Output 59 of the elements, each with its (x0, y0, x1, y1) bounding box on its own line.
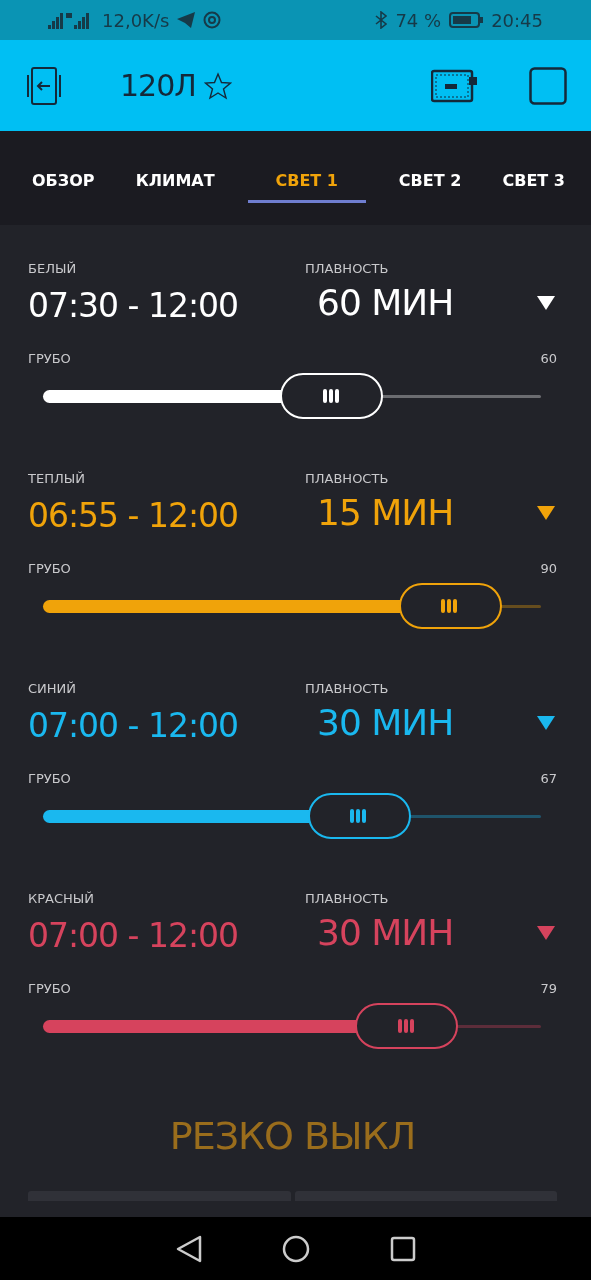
time-range[interactable]: 07:00 - 12:00 (28, 706, 305, 745)
home-button[interactable] (281, 1234, 310, 1263)
dropdown-arrow-icon (537, 925, 555, 940)
duration-dropdown[interactable]: 30 МИН (305, 912, 555, 953)
smooth-label: ПЛАВНОСТЬ (305, 471, 390, 486)
slider-label: ГРУБО (28, 981, 71, 996)
clock: 20:45 (491, 9, 543, 31)
slider-track[interactable] (43, 1003, 541, 1049)
slider-label: ГРУБО (28, 561, 71, 576)
slider-thumb[interactable] (398, 583, 502, 629)
tab[interactable]: СВЕТ 3 (494, 159, 573, 203)
exit-button[interactable] (24, 66, 64, 105)
slider-value: 90 (540, 561, 557, 576)
duration-dropdown[interactable]: 30 МИН (305, 702, 555, 743)
star-icon (203, 71, 232, 100)
grip-icon (397, 1019, 416, 1033)
slider-thumb[interactable] (307, 793, 411, 839)
tab[interactable]: СВЕТ 1 (247, 159, 366, 203)
time-range[interactable]: 07:30 - 12:00 (28, 286, 305, 325)
battery-icon (449, 12, 484, 28)
slider-label: ГРУБО (28, 771, 71, 786)
slider-thumb[interactable] (355, 1003, 459, 1049)
recents-button[interactable] (389, 1235, 416, 1262)
dropdown-arrow-icon (537, 715, 555, 730)
back-button[interactable] (175, 1234, 202, 1263)
grip-icon (322, 389, 341, 403)
channel-name: ТЕПЛЫЙ (28, 471, 86, 486)
time-range[interactable]: 07:00 - 12:00 (28, 916, 305, 955)
channel-name: КРАСНЫЙ (28, 891, 95, 906)
dropdown-arrow-icon (537, 295, 555, 310)
send-icon (177, 12, 196, 28)
slider-value: 60 (540, 351, 557, 366)
duration-dropdown[interactable]: 60 МИН (305, 282, 555, 323)
network-speed: 12,0K/s (102, 9, 170, 31)
tab[interactable]: СВЕТ 2 (390, 159, 470, 203)
slider-value: 79 (540, 981, 557, 996)
at-icon (203, 11, 222, 29)
battery-percent: 74 % (395, 9, 442, 31)
device-title: 120Л (120, 68, 196, 103)
smooth-label: ПЛАВНОСТЬ (305, 261, 390, 276)
slider-value: 67 (540, 771, 557, 786)
slider-track[interactable] (43, 583, 541, 629)
channel-name: СИНИЙ (28, 681, 78, 696)
time-range[interactable]: 06:55 - 12:00 (28, 496, 305, 535)
smooth-label: ПЛАВНОСТЬ (305, 891, 390, 906)
square-button[interactable] (529, 66, 567, 105)
duration-dropdown[interactable]: 15 МИН (305, 492, 555, 533)
tab[interactable]: ОБЗОР (24, 159, 103, 203)
grip-icon (441, 599, 459, 613)
channel-name: БЕЛЫЙ (28, 261, 78, 276)
slider-label: ГРУБО (28, 351, 71, 366)
tab[interactable]: КЛИМАТ (127, 159, 223, 203)
board-button[interactable] (431, 68, 477, 103)
dropdown-arrow-icon (537, 505, 555, 520)
slider-track[interactable] (43, 373, 541, 419)
smooth-label: ПЛАВНОСТЬ (305, 681, 390, 696)
bluetooth-icon (375, 11, 388, 29)
slider-track[interactable] (43, 793, 541, 839)
grip-icon (350, 809, 369, 823)
